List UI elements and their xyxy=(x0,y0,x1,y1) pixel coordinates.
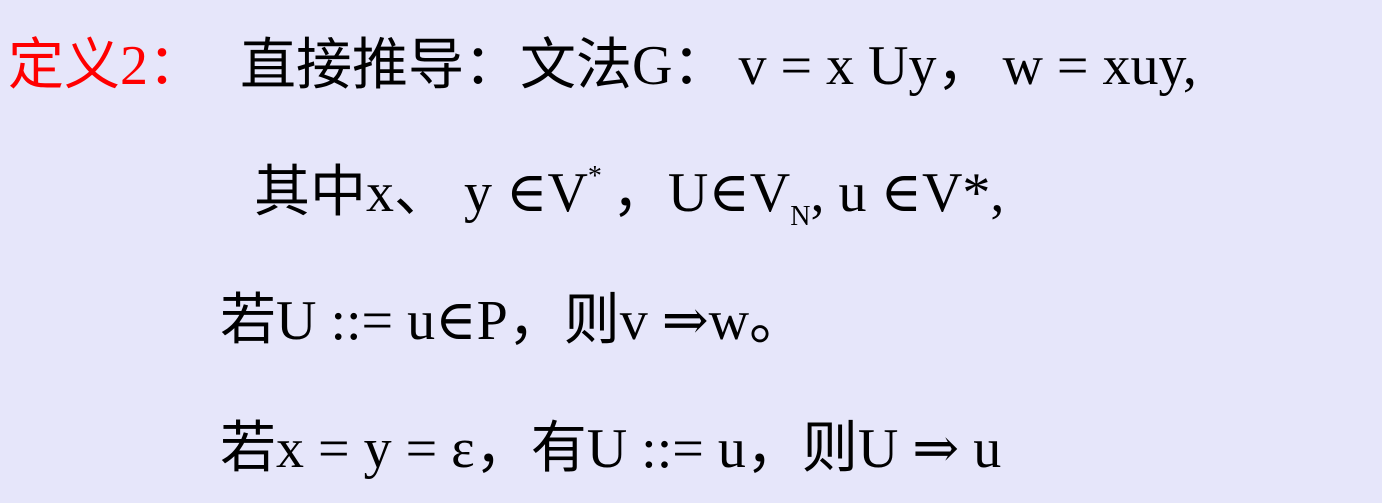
derivation: v ⇒w xyxy=(619,290,750,352)
w-equation: w = xuy, xyxy=(1002,35,1197,97)
where-prefix: 其中 xyxy=(254,160,366,225)
then-word: 则 xyxy=(801,416,858,481)
definition-label: 定义 xyxy=(8,33,120,98)
then-word: 则 xyxy=(563,288,620,353)
epsilon-line: 若 x = y = ε ， 有 U ::= u ， 则 U ⇒ u xyxy=(220,416,1002,481)
xy-membership: x、 y ∈V xyxy=(366,162,588,224)
comma: ， xyxy=(745,416,802,481)
comma: ， xyxy=(507,288,564,353)
comma: ， xyxy=(474,416,531,481)
slide: { "definition": { "label": "定义", "number… xyxy=(0,0,1382,503)
v-equation: v = x Uy xyxy=(738,35,937,97)
definition-title: 直接推导：文法 xyxy=(240,33,632,98)
U-membership: U∈V xyxy=(667,162,791,224)
epsilon-equation: x = y = ε xyxy=(276,418,475,480)
condition-line: 其中 x、 y ∈V * ， U∈V N , u ∈V*, xyxy=(254,160,1005,232)
have-word: 有 xyxy=(530,416,587,481)
u-membership: u ∈V*, xyxy=(838,162,1005,224)
comma: , xyxy=(810,162,825,224)
production-rule: U ::= u∈P xyxy=(276,290,508,352)
definition-colon: ： xyxy=(148,33,204,98)
definition-number: 2 xyxy=(120,35,148,97)
if-word: 若 xyxy=(220,416,276,481)
period: 。 xyxy=(749,288,806,353)
grammar-colon: ： xyxy=(672,33,729,98)
if-word: 若 xyxy=(220,288,276,353)
comma: ， xyxy=(936,33,993,98)
grammar-symbol: G xyxy=(632,35,673,97)
derivation: U ⇒ u xyxy=(857,418,1002,480)
comma: ， xyxy=(611,160,668,225)
definition-line: 定义 2 ： 直接推导：文法 G ： v = x Uy ， w = xuy, xyxy=(8,33,1197,98)
rule-line: 若 U ::= u∈P ， 则 v ⇒w 。 xyxy=(220,288,806,353)
production-rule: U ::= u xyxy=(586,418,746,480)
